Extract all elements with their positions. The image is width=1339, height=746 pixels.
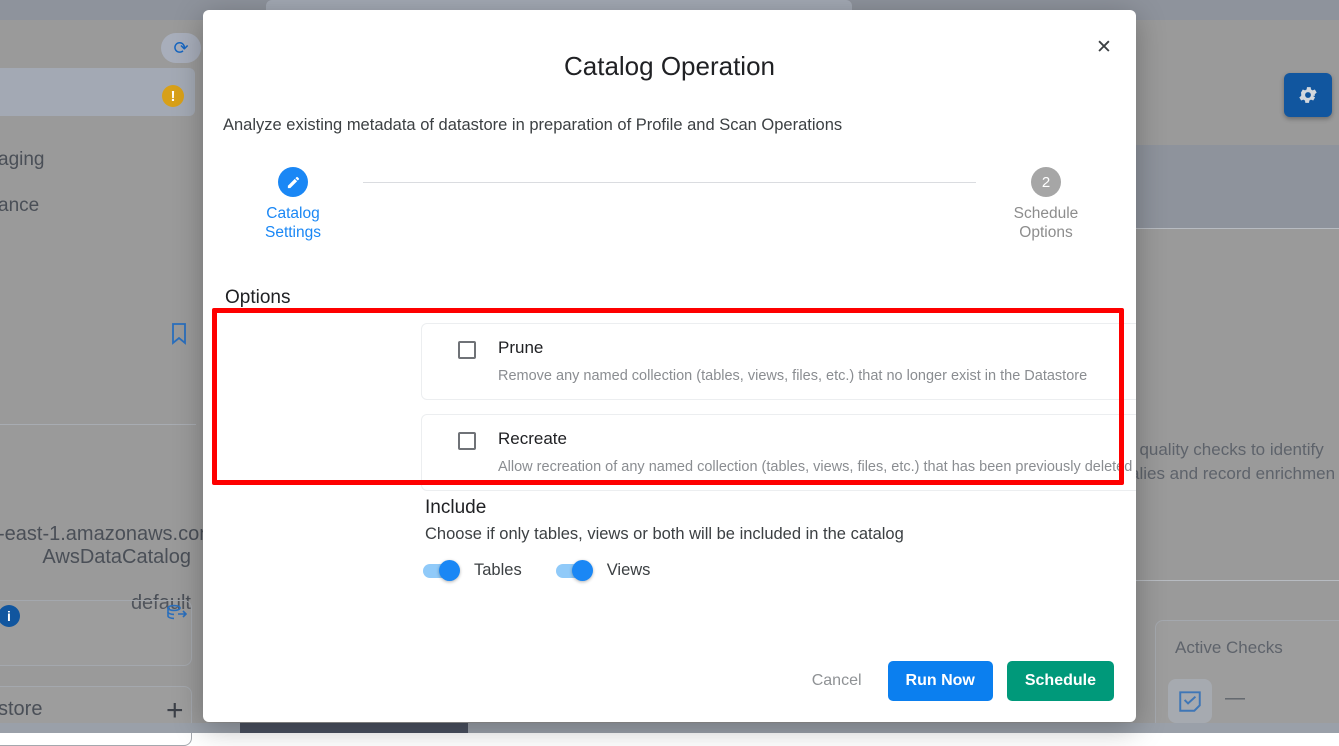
run-now-button[interactable]: Run Now: [888, 661, 993, 701]
option-body: Recreate Allow recreation of any named c…: [498, 427, 1136, 477]
warning-icon: !: [162, 85, 184, 107]
include-description: Choose if only tables, views or both wil…: [425, 525, 904, 544]
bg-bottom-band: [0, 723, 240, 733]
options-list: Prune Remove any named collection (table…: [421, 323, 1136, 491]
database-export-icon[interactable]: [166, 604, 188, 629]
step-catalog-settings[interactable]: Catalog Settings: [223, 167, 363, 243]
step-line-1: Catalog: [266, 205, 319, 222]
stepper-connector: [363, 182, 976, 183]
bg-section-band-3: [1130, 580, 1339, 581]
refresh-icon[interactable]: ⟳: [161, 33, 201, 63]
option-description: Remove any named collection (tables, vie…: [498, 366, 1087, 386]
bg-quality-line-1: t quality checks to identify: [1130, 440, 1324, 460]
bg-label-staging: aging: [0, 149, 45, 171]
bg-active-checks-value: —: [1225, 687, 1245, 710]
toggle-views[interactable]: Views: [556, 561, 651, 580]
toggle-views-switch[interactable]: [556, 564, 590, 578]
bg-label-finance: ance: [0, 195, 39, 217]
option-title: Prune: [498, 336, 1087, 360]
option-title: Recreate: [498, 427, 1136, 451]
gear-icon[interactable]: [1284, 73, 1332, 117]
catalog-operation-dialog: ✕ Catalog Operation Analyze existing met…: [203, 10, 1136, 722]
step-catalog-settings-label: Catalog Settings: [265, 205, 321, 243]
bg-host: -east-1.amazonaws.com: [0, 523, 216, 546]
toggle-thumb: [439, 560, 460, 581]
pencil-icon: [278, 167, 308, 197]
toggle-tables-label: Tables: [474, 561, 522, 580]
toggle-views-label: Views: [607, 561, 651, 580]
bg-active-checks-label: Active Checks: [1175, 638, 1283, 658]
dialog-subtitle: Analyze existing metadata of datastore i…: [223, 116, 842, 135]
page-title: Catalog Operation: [203, 51, 1136, 82]
bg-datastore-label: store: [0, 698, 42, 721]
option-body: Prune Remove any named collection (table…: [498, 336, 1087, 386]
include-toggles: Tables Views: [423, 561, 650, 580]
bg-catalog: AwsDataCatalog: [42, 546, 191, 569]
step-line-2: Settings: [265, 224, 321, 241]
checklist-icon: [1168, 679, 1212, 723]
bg-divider-left: [0, 424, 196, 425]
bg-datastore-card: [0, 600, 192, 666]
option-description: Allow recreation of any named collection…: [498, 457, 1136, 477]
step-schedule-options[interactable]: 2 Schedule Options: [976, 167, 1116, 243]
prune-checkbox[interactable]: [458, 341, 476, 359]
schedule-button[interactable]: Schedule: [1007, 661, 1114, 701]
step-schedule-options-label: Schedule Options: [1014, 205, 1079, 243]
bookmark-icon[interactable]: [169, 322, 189, 351]
bg-section-band-1: [1130, 145, 1339, 229]
cancel-button[interactable]: Cancel: [800, 661, 874, 701]
step-line-2: Options: [1019, 224, 1072, 241]
bg-quality-line-2: alies and record enrichmen: [1130, 464, 1335, 484]
recreate-checkbox[interactable]: [458, 432, 476, 450]
toggle-tables[interactable]: Tables: [423, 561, 522, 580]
stepper: Catalog Settings 2 Schedule Options: [223, 167, 1116, 243]
options-heading: Options: [225, 287, 290, 309]
plus-icon[interactable]: +: [166, 696, 184, 726]
option-row-recreate[interactable]: Recreate Allow recreation of any named c…: [421, 414, 1136, 491]
dialog-footer: Cancel Run Now Schedule: [800, 661, 1114, 701]
bg-bottom-band-right: [468, 723, 1339, 733]
toggle-thumb: [572, 560, 593, 581]
include-heading: Include: [425, 497, 486, 519]
step-number-badge: 2: [1031, 167, 1061, 197]
toggle-tables-switch[interactable]: [423, 564, 457, 578]
bg-section-band-2: [1130, 228, 1339, 229]
bg-bottom-dark-bar: [240, 723, 468, 733]
option-row-prune[interactable]: Prune Remove any named collection (table…: [421, 323, 1136, 400]
step-line-1: Schedule: [1014, 205, 1079, 222]
